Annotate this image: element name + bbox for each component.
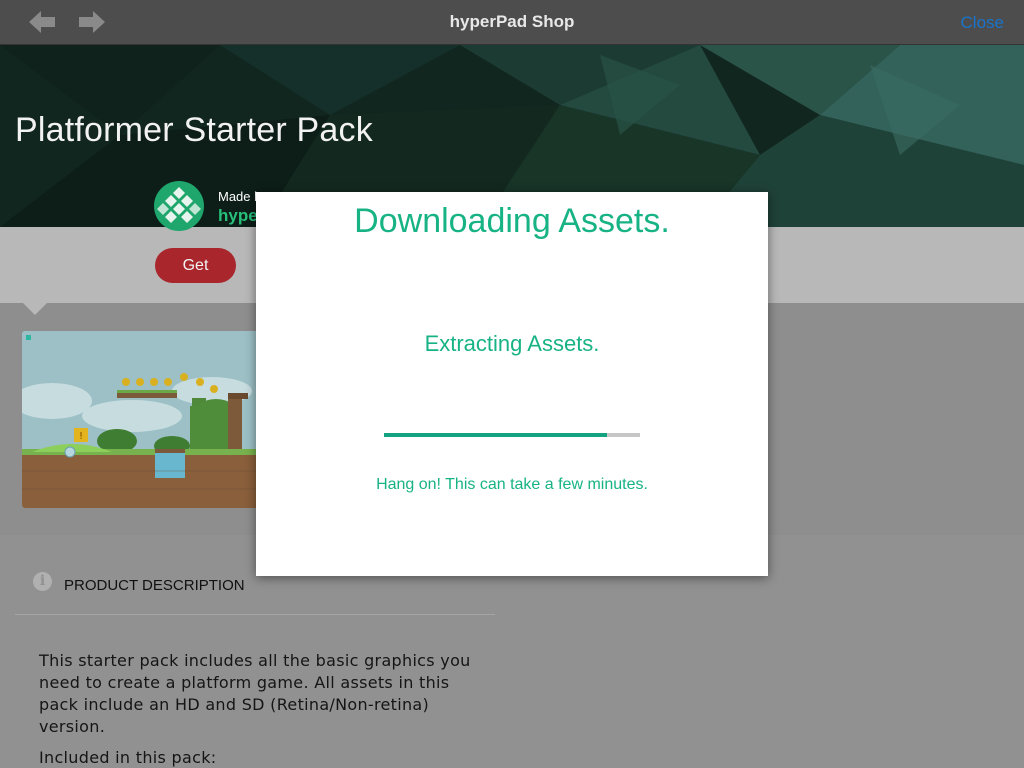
product-title: Platformer Starter Pack [15,111,373,149]
developer-logo [154,181,204,231]
download-modal: Downloading Assets. Extracting Assets. H… [256,192,768,576]
modal-status: Extracting Assets. [424,331,600,356]
get-button[interactable]: Get [155,248,236,283]
modal-title: Downloading Assets. [354,202,670,240]
screenshot-thumbnail[interactable]: ! [22,331,262,508]
game-preview-image: ! [22,331,262,508]
info-icon: i [33,572,52,591]
close-button[interactable]: Close [961,13,1004,33]
divider [15,614,495,615]
cubes-icon [157,187,201,223]
modal-hint: Hang on! This can take a few minutes. [376,476,648,493]
strip-pointer [23,303,47,315]
description-heading: PRODUCT DESCRIPTION [64,577,245,594]
svg-text:!: ! [79,431,83,442]
description-body: This starter pack includes all the basic… [39,651,471,736]
progress-bar [384,433,640,437]
progress-fill [384,433,607,437]
developer-prefix: Made b [218,189,262,204]
nav-bar: hyperPad Shop Close [0,0,1024,45]
included-label: Included in this pack: [39,748,217,767]
nav-title: hyperPad Shop [449,12,575,31]
